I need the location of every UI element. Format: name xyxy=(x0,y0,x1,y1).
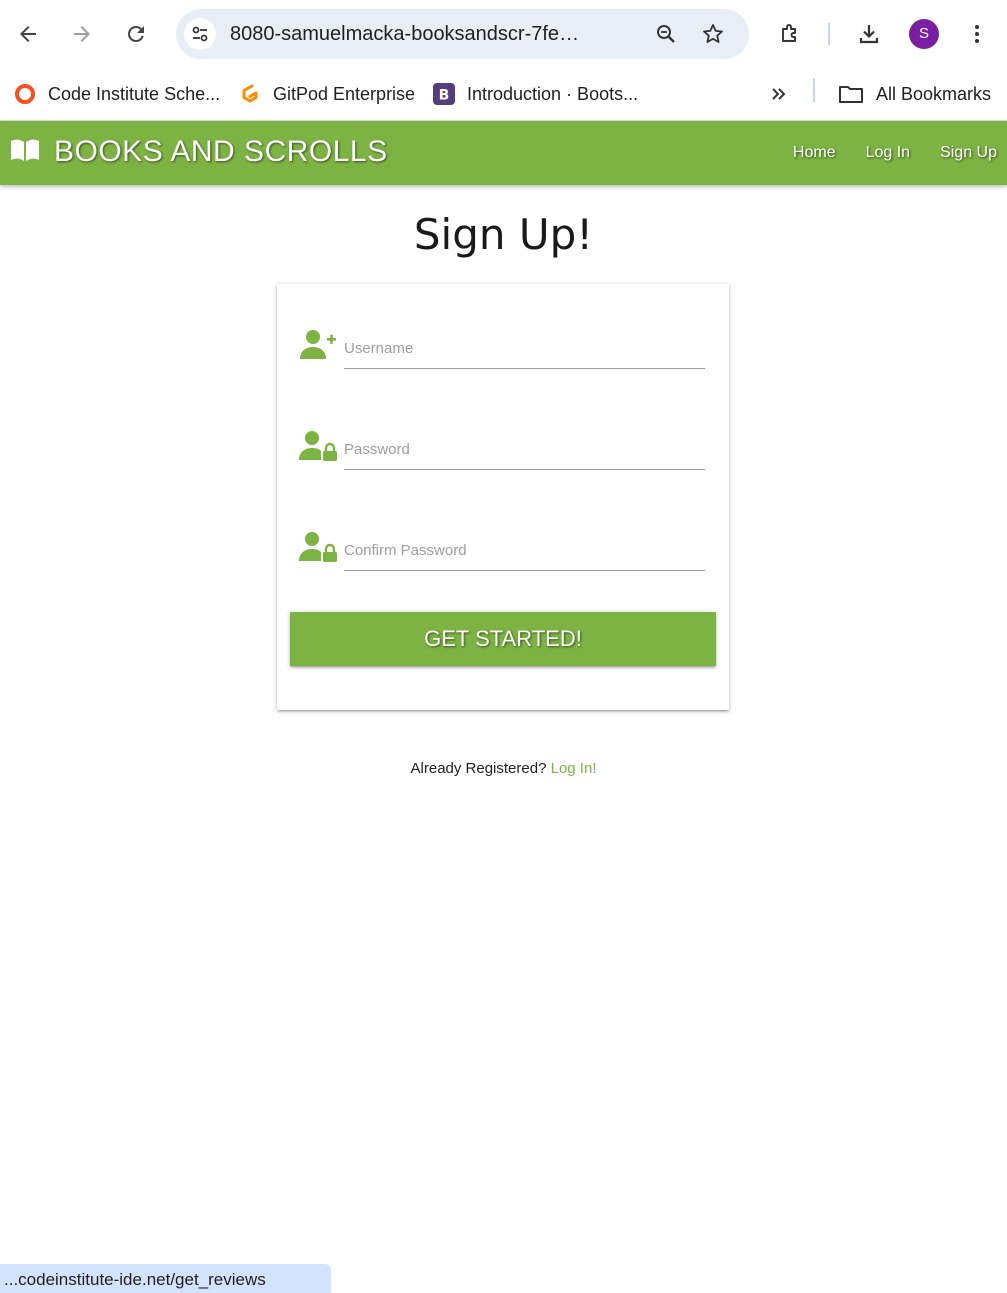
username-input[interactable] xyxy=(344,328,705,369)
password-input[interactable] xyxy=(344,429,705,470)
bookmark-gitpod[interactable]: GitPod Enterprise xyxy=(239,78,415,110)
confirm-password-input[interactable] xyxy=(344,530,705,571)
code-institute-icon xyxy=(14,83,36,105)
nav-sign-up[interactable]: Sign Up xyxy=(940,141,997,165)
brand-title: BOOKS AND SCROLLS xyxy=(54,135,388,168)
extensions-icon[interactable] xyxy=(774,18,806,50)
nav-home[interactable]: Home xyxy=(793,141,836,165)
address-bar[interactable]: 8080-samuelmacka-booksandscr-7fenczjre..… xyxy=(176,9,749,59)
all-bookmarks-label: All Bookmarks xyxy=(876,83,992,104)
all-bookmarks[interactable]: All Bookmarks xyxy=(838,78,991,110)
get-started-button[interactable]: GET STARTED! xyxy=(290,612,716,666)
status-bar-url: ...codeinstitute-ide.net/get_reviews xyxy=(0,1264,331,1293)
signup-card: GET STARTED! xyxy=(277,284,729,710)
site-settings-icon[interactable] xyxy=(184,18,216,50)
bookmarks-divider xyxy=(813,78,815,102)
folder-icon xyxy=(838,83,864,105)
bookmark-label: Code Institute Sche... xyxy=(48,83,221,104)
menu-kebab-icon[interactable] xyxy=(961,18,993,50)
zoom-icon[interactable] xyxy=(650,18,682,50)
page-title: Sign Up! xyxy=(413,210,594,259)
password-field xyxy=(299,429,709,475)
user-lock-icon xyxy=(299,429,339,463)
forward-arrow-icon[interactable] xyxy=(66,18,98,50)
open-book-icon xyxy=(10,137,40,167)
chevron-double-right-icon[interactable] xyxy=(763,78,795,110)
reload-icon[interactable] xyxy=(120,18,152,50)
login-link[interactable]: Log In! xyxy=(551,760,597,777)
already-registered-text: Already Registered? xyxy=(410,760,547,777)
profile-avatar[interactable]: S xyxy=(909,19,939,49)
gitpod-icon xyxy=(239,83,261,105)
confirm-password-field xyxy=(299,530,709,576)
download-icon[interactable] xyxy=(853,18,885,50)
bookmark-label: Introduction · Boots... xyxy=(467,83,639,104)
toolbar-divider xyxy=(828,23,830,45)
nav-log-in[interactable]: Log In xyxy=(866,141,910,165)
already-registered: Already Registered? Log In! xyxy=(0,760,1007,777)
bootstrap-icon: B xyxy=(433,83,455,105)
bookmark-code-institute[interactable]: Code Institute Sche... xyxy=(14,78,220,110)
nav-links: Home Log In Sign Up xyxy=(763,141,997,165)
url-text[interactable]: 8080-samuelmacka-booksandscr-7fenczjre..… xyxy=(230,21,590,47)
bookmark-bootstrap[interactable]: B Introduction · Boots... xyxy=(433,78,638,110)
username-field xyxy=(299,328,709,374)
bookmark-star-icon[interactable] xyxy=(697,18,729,50)
back-arrow-icon[interactable] xyxy=(12,18,44,50)
user-lock-icon xyxy=(299,530,339,564)
svg-text:B: B xyxy=(439,88,450,104)
bookmarks-bar: Code Institute Sche... GitPod Enterprise… xyxy=(0,68,1007,121)
brand-logo[interactable]: BOOKS AND SCROLLS xyxy=(10,135,388,169)
browser-toolbar: 8080-samuelmacka-booksandscr-7fenczjre..… xyxy=(0,0,1007,68)
user-plus-icon xyxy=(299,328,339,362)
site-navbar: BOOKS AND SCROLLS Home Log In Sign Up xyxy=(0,121,1007,185)
bookmark-label: GitPod Enterprise xyxy=(273,83,416,104)
